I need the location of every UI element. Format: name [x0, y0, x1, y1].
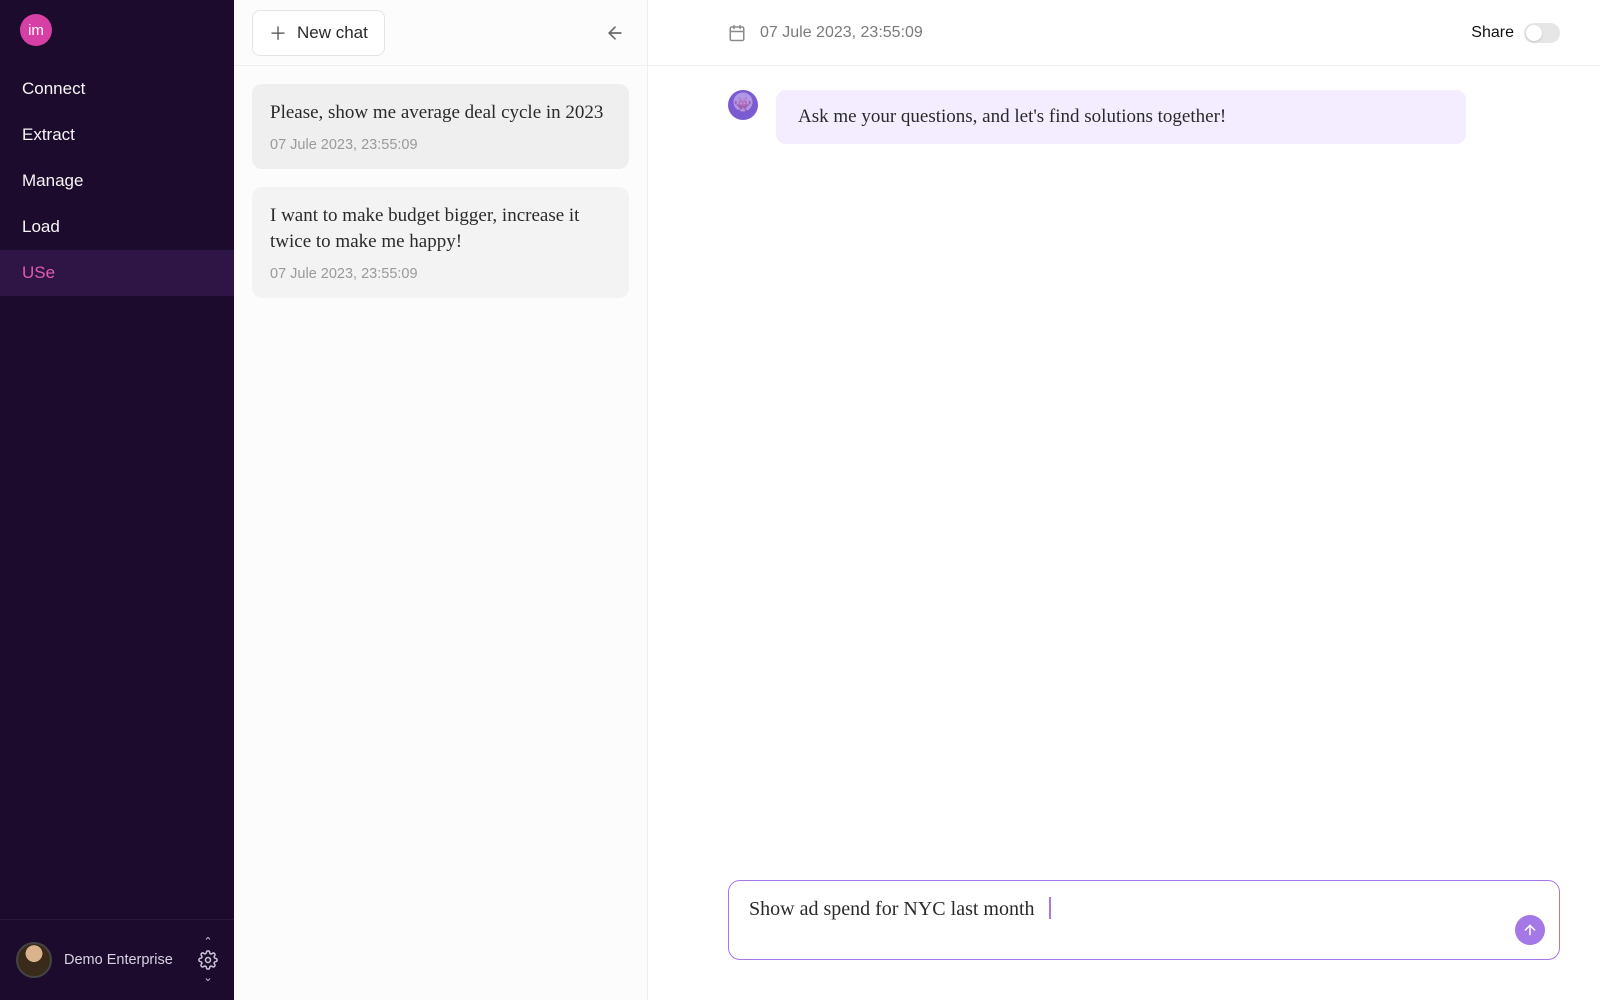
user-col: Demo Enterprise: [64, 952, 186, 968]
chat-date: 07 Jule 2023, 23:55:09: [728, 24, 923, 42]
share-toggle[interactable]: [1524, 23, 1560, 43]
message-input-text: Show ad spend for NYC last month: [749, 898, 1035, 920]
send-button[interactable]: [1515, 915, 1545, 945]
chat-card[interactable]: I want to make budget bigger, increase i…: [252, 187, 629, 298]
plus-icon: ＋: [269, 20, 287, 46]
app-root: im Connect Extract Manage Load USe Demo …: [0, 0, 1600, 1000]
chat-list-header: ＋ New chat: [234, 0, 647, 66]
chevron-down-icon[interactable]: ⌄: [203, 974, 212, 982]
user-avatar[interactable]: [16, 942, 52, 978]
composer-wrap: Show ad spend for NYC last month: [648, 880, 1600, 1000]
messages: 👾 Ask me your questions, and let's find …: [648, 66, 1600, 880]
sidebar-item-load[interactable]: Load: [0, 204, 234, 250]
chat-date-text: 07 Jule 2023, 23:55:09: [760, 24, 923, 42]
message-input[interactable]: Show ad spend for NYC last month: [728, 880, 1560, 960]
share-group: Share: [1471, 23, 1560, 43]
sidebar-nav: Connect Extract Manage Load USe: [0, 66, 234, 919]
chat-list-panel: ＋ New chat Please, show me average deal …: [234, 0, 648, 1000]
chat-card-timestamp: 07 Jule 2023, 23:55:09: [270, 137, 611, 153]
calendar-icon: [728, 24, 746, 42]
new-chat-button[interactable]: ＋ New chat: [252, 10, 385, 56]
sidebar-item-extract[interactable]: Extract: [0, 112, 234, 158]
bot-avatar-icon: 👾: [728, 90, 758, 120]
chat-main: 07 Jule 2023, 23:55:09 Share 👾 Ask me yo…: [648, 0, 1600, 1000]
sidebar-item-manage[interactable]: Manage: [0, 158, 234, 204]
sidebar-item-use[interactable]: USe: [0, 250, 234, 296]
share-label: Share: [1471, 24, 1514, 42]
chat-card-title: Please, show me average deal cycle in 20…: [270, 100, 611, 127]
logo-wrap: im: [0, 0, 234, 66]
sidebar-footer: Demo Enterprise ⌃ ⌄: [0, 919, 234, 1000]
arrow-up-icon: [1522, 922, 1538, 938]
sidebar-item-connect[interactable]: Connect: [0, 66, 234, 112]
collapse-panel-button[interactable]: [601, 19, 629, 47]
new-chat-label: New chat: [297, 23, 368, 43]
gear-icon[interactable]: [198, 950, 218, 970]
bot-message-row: 👾 Ask me your questions, and let's find …: [728, 90, 1520, 144]
chat-card[interactable]: Please, show me average deal cycle in 20…: [252, 84, 629, 169]
arrow-left-icon: [605, 23, 625, 43]
chat-header: 07 Jule 2023, 23:55:09 Share: [648, 0, 1600, 66]
app-logo[interactable]: im: [20, 14, 52, 46]
user-name: Demo Enterprise: [64, 952, 186, 968]
chat-cards: Please, show me average deal cycle in 20…: [234, 66, 647, 316]
chat-card-title: I want to make budget bigger, increase i…: [270, 203, 611, 256]
chat-card-timestamp: 07 Jule 2023, 23:55:09: [270, 266, 611, 282]
text-cursor: [1049, 897, 1051, 919]
bot-message-bubble: Ask me your questions, and let's find so…: [776, 90, 1466, 144]
sidebar: im Connect Extract Manage Load USe Demo …: [0, 0, 234, 1000]
sidebar-footer-icons: ⌃ ⌄: [198, 938, 218, 982]
chevron-up-icon[interactable]: ⌃: [203, 938, 212, 946]
